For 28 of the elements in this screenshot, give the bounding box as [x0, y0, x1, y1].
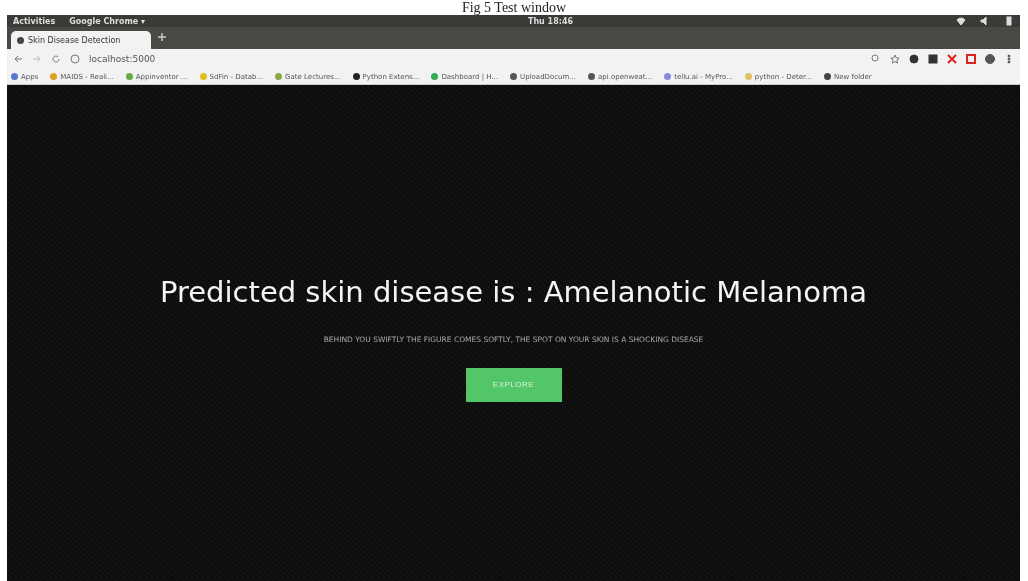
browser-tab[interactable]: Skin Disease Detection [11, 31, 151, 49]
back-icon[interactable] [13, 54, 23, 64]
app-menu[interactable]: Google Chrome ▾ [69, 16, 146, 26]
star-icon[interactable] [890, 54, 900, 64]
bookmark-icon [50, 73, 58, 80]
avatar-icon[interactable] [985, 54, 995, 64]
info-icon[interactable] [70, 54, 80, 64]
bookmark-icon [744, 73, 752, 80]
new-tab-icon[interactable] [157, 31, 167, 42]
bookmark-icon [125, 73, 133, 80]
bookmark-icon [664, 73, 672, 80]
battery-icon[interactable] [1004, 16, 1014, 26]
reload-icon[interactable] [51, 54, 61, 64]
figure-caption: Fig 5 Test window [461, 0, 567, 15]
clock: Thu 18:46 [527, 16, 574, 26]
bookmark-icon [588, 73, 596, 80]
wifi-icon[interactable] [956, 16, 966, 26]
address-field[interactable]: localhost:5000 [89, 54, 156, 64]
bookmark-icon [352, 73, 360, 80]
prediction-heading: Predicted skin disease is : Amelanotic Melanoma [160, 274, 867, 309]
bookmark-icon [275, 73, 283, 80]
bookmark-icon [11, 73, 18, 80]
bookmark-icon [431, 73, 439, 80]
bookmark-icon [823, 73, 831, 80]
bookmark-icon [510, 73, 518, 80]
close-icon[interactable] [947, 54, 957, 64]
bookmark-icon [199, 73, 207, 80]
activities-button[interactable]: Activities [13, 16, 56, 26]
